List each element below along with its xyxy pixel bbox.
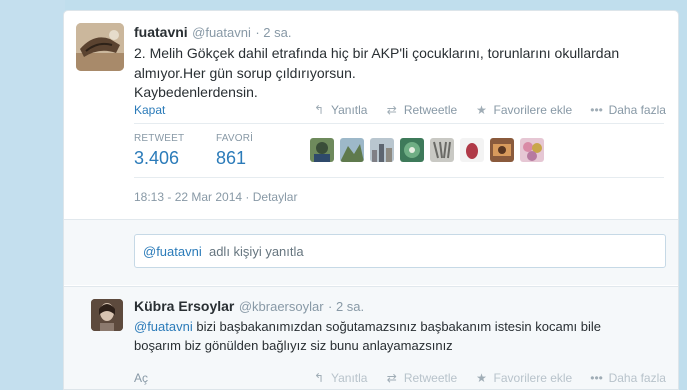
tweet-text-line: almıyor.Her gün sorup çıldırıyorsun. [134,64,356,81]
tweet-time[interactable]: · 2 sa. [255,25,291,40]
reply-reply-label: Yanıtla [331,371,368,385]
collapse-link[interactable]: Kapat [134,103,165,117]
favoriter-avatar[interactable] [490,138,514,162]
favorite-stat[interactable]: FAVORİ 861 [216,133,253,169]
favoriter-avatar[interactable] [400,138,424,162]
favoriter-avatar[interactable] [520,138,544,162]
tweet-card: fuatavni @fuatavni · 2 sa. 2. Melih Gökç… [63,10,679,390]
reply-arrow-icon: ↰ [313,103,325,117]
ellipsis-icon: ••• [590,371,603,385]
details-link[interactable]: · Detaylar [245,190,297,204]
reply-tweet[interactable]: Kübra Ersoylar @kbraersoylar · 2 sa. @fu… [64,286,678,389]
favoriter-avatar[interactable] [460,138,484,162]
more-button[interactable]: ••• Daha fazla [590,103,666,117]
author-avatar[interactable] [76,23,124,71]
ellipsis-icon: ••• [590,103,603,117]
tweet-actions: ↰ Yanıtla ⇄ Retweetle ★ Favorilere ekle •••… [298,103,666,117]
reply-mention-link[interactable]: @fuatavni [134,319,193,334]
tweet-timestamp[interactable]: 18:13 - 22 Mar 2014 [134,190,242,204]
reply-reply-button[interactable]: ↰ Yanıtla [312,371,368,385]
favorite-button[interactable]: ★ Favorilere ekle [475,103,573,117]
reply-text: @fuatavni bizi başbakanımızdan soğutamaz… [134,317,654,355]
tweet-text-line: Kaybedenlerdensin. [134,84,258,100]
reply-author-name-row: Kübra Ersoylar @kbraersoylar · 2 sa. [134,298,364,316]
favorite-stat-label: FAVORİ [216,133,254,144]
retweet-count: 3.406 [134,148,180,168]
reply-text-line1: bizi başbakanımızdan soğutamazsınız başb… [196,319,602,334]
favoriter-avatar[interactable] [430,138,454,162]
expand-link[interactable]: Aç [134,371,148,385]
reply-author-name[interactable]: Kübra Ersoylar [134,298,234,314]
reply-author-handle[interactable]: @kbraersoylar [239,299,324,314]
reply-retweet-button[interactable]: ⇄ Retweetle [385,371,457,385]
reply-input-mention: @fuatavni [143,244,202,259]
author-name[interactable]: fuatavni [134,24,188,40]
tweet-text: 2. Melih Gökçek dahil etrafında hiç bir … [134,44,664,103]
author-handle[interactable]: @fuatavni [192,25,251,40]
retweet-label: Retweetle [403,103,458,117]
retweet-icon: ⇄ [386,371,397,385]
reply-favorite-button[interactable]: ★ Favorilere ekle [475,371,573,385]
retweet-button[interactable]: ⇄ Retweetle [385,103,457,117]
favorite-label: Favorilere ekle [493,103,573,117]
stats-divider-top [134,123,664,124]
author-name-row: fuatavni @fuatavni · 2 sa. [134,24,291,42]
favoriter-avatar[interactable] [310,138,334,162]
left-background-strip [0,0,65,390]
retweet-stat-label: RETWEET [134,133,185,144]
reply-label: Yanıtla [331,103,368,117]
reply-favorite-label: Favorilere ekle [493,371,573,385]
star-icon: ★ [476,371,487,385]
favoriter-avatar[interactable] [340,138,364,162]
more-label: Daha fazla [608,103,666,117]
retweet-icon: ⇄ [386,103,397,117]
stats-divider-bottom [134,177,664,178]
reply-more-button[interactable]: ••• Daha fazla [590,371,666,385]
retweet-stat[interactable]: RETWEET 3.406 [134,133,184,169]
tweet-text-line: 2. Melih Gökçek dahil etrafında hiç bir … [134,45,620,61]
favorite-count: 861 [216,148,247,168]
reply-input-placeholder: adlı kişiyi yanıtla [208,244,304,259]
star-icon: ★ [476,103,487,117]
reply-button[interactable]: ↰ Yanıtla [312,103,368,117]
tweet-meta: 18:13 - 22 Mar 2014 · Detaylar [134,190,297,204]
reply-composer-area: @fuatavni adlı kişiyi yanıtla [64,219,678,285]
reply-more-label: Daha fazla [608,371,666,385]
reply-arrow-icon: ↰ [313,371,325,385]
reply-text-line2: boşarım biz gönülden bağlıyız siz bunu a… [134,338,453,353]
reply-input[interactable]: @fuatavni adlı kişiyi yanıtla [134,234,666,268]
reply-author-avatar[interactable] [91,299,123,331]
reply-actions: ↰ Yanıtla ⇄ Retweetle ★ Favorilere ekle •••… [298,371,666,385]
reply-time[interactable]: · 2 sa. [328,299,364,314]
favoriter-avatar[interactable] [370,138,394,162]
reply-retweet-label: Retweetle [403,371,458,385]
